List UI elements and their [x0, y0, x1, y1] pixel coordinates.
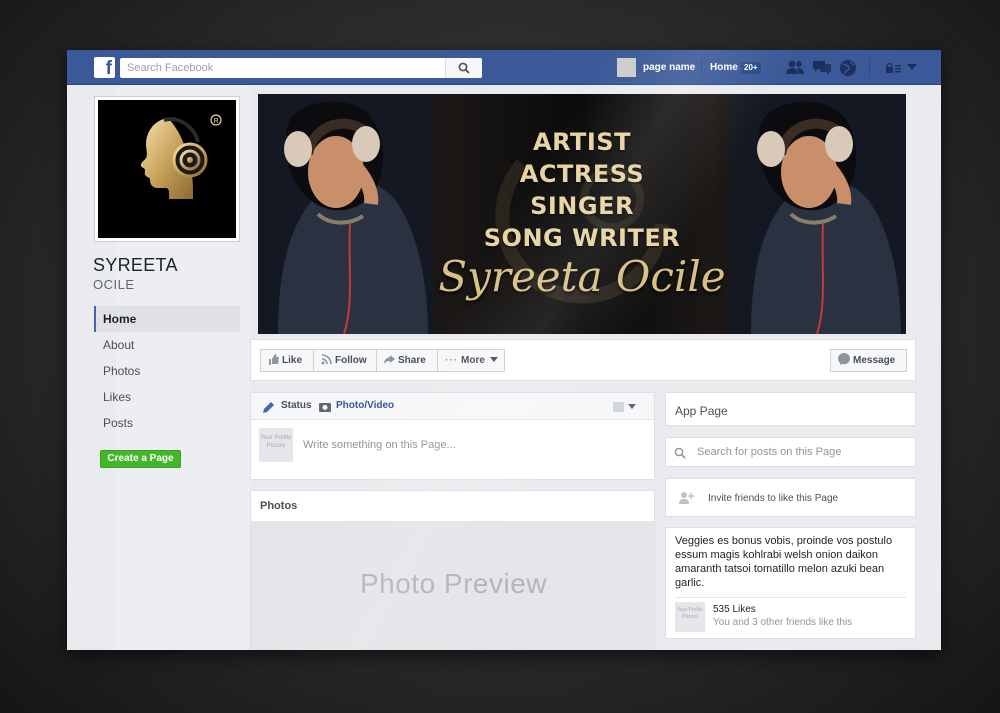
photos-placeholder[interactable]: Photo Preview: [251, 522, 656, 650]
home-badge: 20+: [741, 62, 761, 74]
page-search-card[interactable]: Search for posts on this Page: [665, 437, 916, 467]
follow-button[interactable]: Follow: [313, 349, 377, 372]
composer-tabs: Status Photo/Video: [251, 393, 654, 420]
more-dots-icon: ···: [445, 355, 458, 366]
svg-text:R: R: [213, 118, 218, 125]
nav-item-home[interactable]: Home: [94, 306, 240, 332]
page-description: Veggies es bonus vobis, proinde vos post…: [675, 535, 893, 589]
about-divider: [675, 597, 906, 598]
share-button[interactable]: Share: [376, 349, 438, 372]
page-nav: Home About Photos Likes Posts: [94, 306, 240, 436]
composer-audience-selector[interactable]: [613, 400, 637, 412]
search-icon: [674, 447, 686, 459]
more-label: More: [461, 355, 485, 366]
topbar-divider: [701, 59, 702, 76]
audience-icon: [613, 402, 636, 412]
search-box: [120, 58, 482, 78]
more-button[interactable]: ··· More: [437, 349, 505, 372]
top-bar: f page name Home 20+: [67, 50, 941, 85]
thumbs-up-icon: [269, 354, 279, 365]
cover-line-singer: SINGER: [530, 192, 634, 220]
profile-last-name: OCILE: [93, 277, 135, 292]
post-composer: Status Photo/Video Your Profile Picture …: [250, 392, 655, 480]
account-dropdown-icon[interactable]: [907, 64, 917, 71]
composer-body[interactable]: Your Profile Picture Write something on …: [251, 420, 654, 480]
composer-avatar: Your Profile Picture: [259, 428, 293, 462]
chevron-down-icon: [489, 357, 498, 362]
facebook-logo-icon[interactable]: f: [94, 57, 115, 78]
share-label: Share: [398, 355, 426, 366]
likes-count[interactable]: 535 Likes: [713, 604, 756, 615]
about-card: Veggies es bonus vobis, proinde vos post…: [665, 527, 916, 639]
follow-label: Follow: [335, 355, 367, 366]
topbar-avatar[interactable]: [617, 58, 636, 77]
share-arrow-icon: [384, 355, 395, 364]
page-action-bar: Like Follow Share ··· More Message: [250, 339, 916, 381]
headphones-silhouette-logo-icon: R: [128, 114, 222, 211]
messages-icon[interactable]: [812, 59, 832, 75]
profile-picture[interactable]: R: [94, 96, 240, 242]
topbar-page-name[interactable]: page name: [643, 62, 695, 73]
photo-preview-label: Photo Preview: [359, 568, 548, 599]
like-label: Like: [282, 355, 303, 366]
photos-section: Photos Photo Preview: [250, 490, 656, 650]
friend-requests-icon[interactable]: [785, 59, 805, 75]
notifications-globe-icon[interactable]: [839, 59, 857, 77]
likes-avatar: Your Profile Picture: [675, 602, 705, 632]
topbar-divider-2: [869, 59, 870, 76]
like-button[interactable]: Like: [260, 349, 314, 372]
cover-line-actress: ACTRESS: [519, 160, 645, 188]
app-page-card[interactable]: App Page: [665, 392, 916, 426]
profile-first-name: SYREETA: [93, 255, 178, 275]
camera-icon: [319, 403, 331, 412]
invite-friends-label: Invite friends to like this Page: [708, 493, 839, 504]
likes-friends: You and 3 other friends like this: [713, 617, 853, 628]
add-friend-icon: [679, 492, 694, 504]
nav-item-likes[interactable]: Likes: [94, 384, 240, 410]
cover-line-song-writer: SONG WRITER: [483, 224, 681, 252]
topbar-home-link[interactable]: Home: [710, 62, 738, 73]
tab-photo-video[interactable]: Photo/Video: [336, 400, 394, 411]
create-page-button[interactable]: Create a Page: [100, 450, 181, 468]
profile-logo: R: [98, 100, 236, 238]
cover-signature: Syreeta Ocile: [438, 252, 726, 301]
nav-item-about[interactable]: About: [94, 332, 240, 358]
tab-status[interactable]: Status: [281, 400, 312, 411]
search-button[interactable]: [445, 58, 482, 78]
cover-line-artist: ARTIST: [533, 128, 631, 156]
nav-item-posts[interactable]: Posts: [94, 410, 240, 436]
page-search-placeholder[interactable]: Search for posts on this Page: [697, 446, 841, 458]
search-icon: [458, 62, 470, 74]
message-label: Message: [853, 355, 896, 366]
app-page-label: App Page: [675, 404, 728, 418]
search-input[interactable]: [120, 58, 440, 78]
facebook-page-mockup: f page name Home 20+: [67, 50, 941, 650]
message-button[interactable]: Message: [830, 349, 907, 372]
photos-title[interactable]: Photos: [251, 491, 654, 522]
nav-item-photos[interactable]: Photos: [94, 358, 240, 384]
cover-photo[interactable]: ARTIST ACTRESS SINGER SONG WRITER Syreet…: [258, 94, 906, 334]
composer-placeholder[interactable]: Write something on this Page...: [303, 439, 456, 451]
invite-friends-card[interactable]: Invite friends to like this Page: [665, 478, 916, 517]
messenger-icon: [838, 353, 850, 365]
privacy-lock-icon[interactable]: [885, 63, 903, 73]
pencil-icon: [263, 402, 274, 413]
rss-follow-icon: [321, 354, 332, 365]
